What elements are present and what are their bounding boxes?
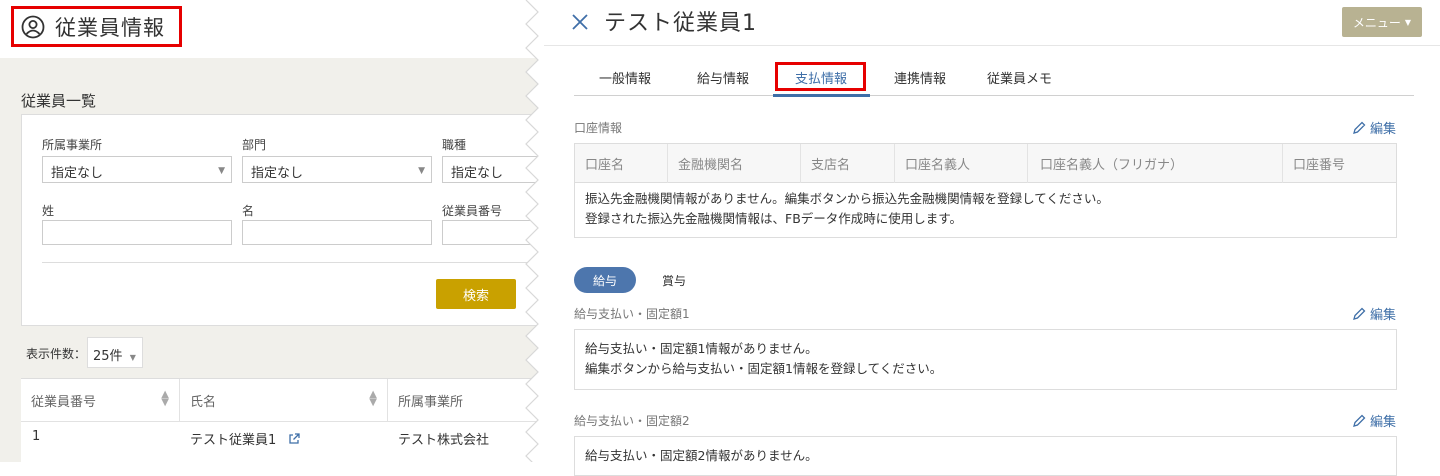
page-size-value: 25件 xyxy=(93,349,123,364)
sort-icon: ▲ ▼ xyxy=(161,389,169,408)
page-size-label: 表示件数： xyxy=(26,347,87,361)
first-name-label: 名 xyxy=(242,204,255,218)
fixed1-edit-link[interactable]: 編集 xyxy=(1352,304,1396,323)
job-select-value: 指定なし xyxy=(451,166,504,181)
col-header-account-name: 口座名 xyxy=(575,144,668,183)
office-filter-label: 所属事業所 xyxy=(42,138,103,152)
divider xyxy=(42,262,540,263)
pencil-icon xyxy=(1353,307,1366,320)
dropdown-caret-icon: ▼ xyxy=(129,353,136,362)
dropdown-caret-icon: ▼ xyxy=(218,166,225,176)
employee-table: 従業員番号 ▲ ▼ 氏名 ▲ ▼ 所属事業所 1 テスト従業員1 テスト株式会社 xyxy=(21,378,540,462)
employee-title: テスト従業員1 xyxy=(604,11,757,36)
tab-general[interactable]: 一般情報 xyxy=(599,68,651,87)
dept-filter-label: 部門 xyxy=(242,138,267,152)
edit-label: 編集 xyxy=(1370,415,1397,430)
fixed1-section-label: 給与支払い・固定額1 xyxy=(574,307,690,321)
office-select-value: 指定なし xyxy=(51,166,104,181)
dropdown-caret-icon: ▼ xyxy=(418,166,425,176)
col-header-branch: 支店名 xyxy=(801,144,895,183)
dept-select[interactable]: 指定なし ▼ xyxy=(242,156,432,183)
account-table: 口座名 金融機関名 支店名 口座名義人 口座名義人（フリガナ） 口座番号 振込先… xyxy=(574,143,1397,238)
office-select[interactable]: 指定なし ▼ xyxy=(42,156,232,183)
col-header-label: 氏名 xyxy=(190,395,217,410)
col-header-bank: 金融機関名 xyxy=(668,144,801,183)
fixed2-edit-link[interactable]: 編集 xyxy=(1352,411,1396,430)
emp-no-label: 従業員番号 xyxy=(442,204,503,218)
tab-highlight-box xyxy=(775,62,866,91)
employee-icon xyxy=(20,14,46,40)
page-title-box: 従業員情報 xyxy=(11,6,182,47)
col-header-label: 従業員番号 xyxy=(31,395,97,410)
search-button[interactable]: 検索 xyxy=(436,279,516,309)
account-table-header: 口座名 金融機関名 支店名 口座名義人 口座名義人（フリガナ） 口座番号 xyxy=(575,144,1396,183)
close-icon[interactable] xyxy=(570,12,590,32)
last-name-label: 姓 xyxy=(42,204,55,218)
account-usage-note: 登録された振込先金融機関情報は、FBデータ作成時に使用します。 xyxy=(585,211,963,226)
col-header-name[interactable]: 氏名 ▲ ▼ xyxy=(180,379,388,421)
fixed2-box: 給与支払い・固定額2情報がありません。 xyxy=(574,436,1397,476)
list-title: 従業員一覧 xyxy=(21,92,97,110)
page-title: 従業員情報 xyxy=(55,15,165,40)
account-empty-message: 振込先金融機関情報がありません。編集ボタンから振込先金融機関情報を登録してくださ… xyxy=(585,191,1109,206)
job-filter-label: 職種 xyxy=(442,138,467,152)
first-name-input[interactable] xyxy=(242,220,432,245)
edit-label: 編集 xyxy=(1370,308,1397,323)
col-header-account-no: 口座番号 xyxy=(1293,158,1346,173)
active-tab-indicator xyxy=(773,94,870,97)
fixed2-section-label: 給与支払い・固定額2 xyxy=(574,414,690,428)
col-header-holder: 口座名義人 xyxy=(895,144,1028,183)
tab-salary[interactable]: 給与情報 xyxy=(697,68,749,87)
bonus-pill[interactable]: 賞与 xyxy=(662,272,686,289)
last-name-input[interactable] xyxy=(42,220,232,245)
cell-emp-no: 1 xyxy=(32,429,41,444)
col-header-label: 所属事業所 xyxy=(398,395,464,410)
cell-emp-name-link[interactable]: テスト従業員1 xyxy=(190,429,301,448)
salary-pill[interactable]: 給与 xyxy=(574,267,636,293)
fixed1-hint: 編集ボタンから給与支払い・固定額1情報を登録してください。 xyxy=(585,361,943,376)
divider xyxy=(21,421,540,422)
sort-icon: ▲ ▼ xyxy=(369,389,377,408)
tab-memo[interactable]: 従業員メモ xyxy=(987,68,1052,87)
fixed2-empty-message: 給与支払い・固定額2情報がありません。 xyxy=(585,448,818,463)
edit-label: 編集 xyxy=(1370,122,1397,137)
page-header: 従業員情報 xyxy=(0,0,540,58)
dept-select-value: 指定なし xyxy=(251,166,304,181)
account-section-label: 口座情報 xyxy=(574,121,623,135)
pencil-icon xyxy=(1353,121,1366,134)
page-size-select[interactable]: 25件 ▼ xyxy=(87,337,143,368)
cell-office: テスト株式会社 xyxy=(398,433,490,448)
employee-list-panel: 従業員情報 従業員一覧 所属事業所 指定なし ▼ 部門 指定なし ▼ 職種 指定… xyxy=(0,0,540,462)
divider xyxy=(544,45,1440,46)
account-edit-link[interactable]: 編集 xyxy=(1352,118,1396,137)
tabs-divider xyxy=(574,95,1414,96)
menu-button[interactable]: メニュー ▼ xyxy=(1342,7,1422,37)
col-header-holder-kana: 口座名義人（フリガナ） xyxy=(1028,144,1283,183)
tab-integration[interactable]: 連携情報 xyxy=(894,68,946,87)
col-header-emp-no[interactable]: 従業員番号 ▲ ▼ xyxy=(21,379,180,421)
fixed1-box: 給与支払い・固定額1情報がありません。 編集ボタンから給与支払い・固定額1情報を… xyxy=(574,329,1397,390)
fixed1-empty-message: 給与支払い・固定額1情報がありません。 xyxy=(585,341,818,356)
employee-detail-panel: テスト従業員1 メニュー ▼ 一般情報 給与情報 支払情報 連携情報 従業員メモ… xyxy=(544,0,1440,476)
chevron-down-icon: ▼ xyxy=(1404,17,1412,27)
emp-name: テスト従業員1 xyxy=(190,433,277,448)
filter-card: 所属事業所 指定なし ▼ 部門 指定なし ▼ 職種 指定なし 姓 名 従業員番号… xyxy=(21,114,540,326)
external-link-icon xyxy=(289,433,301,444)
pencil-icon xyxy=(1353,414,1366,427)
menu-button-label: メニュー xyxy=(1352,15,1401,30)
